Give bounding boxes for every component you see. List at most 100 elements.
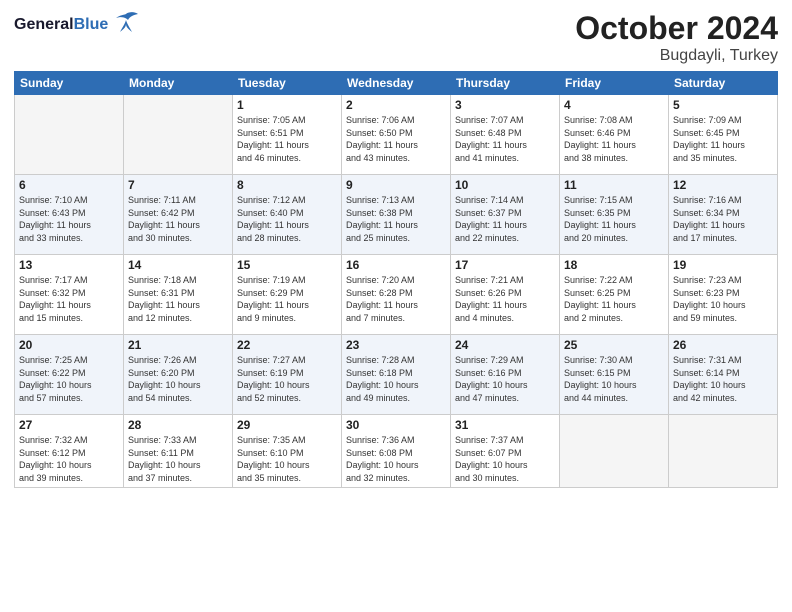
table-row: 31 Sunrise: 7:37 AMSunset: 6:07 PMDayligh… xyxy=(451,415,560,488)
day-info: Sunrise: 7:28 AMSunset: 6:18 PMDaylight:… xyxy=(346,354,446,404)
day-number: 16 xyxy=(346,258,446,272)
table-row: 16 Sunrise: 7:20 AMSunset: 6:28 PMDayligh… xyxy=(342,255,451,335)
table-row: 25Sunrise: 7:30 AMSunset: 6:15 PMDayligh… xyxy=(560,335,669,415)
table-row: 1 Sunrise: 7:05 AMSunset: 6:51 PMDaylight… xyxy=(233,95,342,175)
table-row: 6Sunrise: 7:10 AMSunset: 6:43 PMDaylight… xyxy=(15,175,124,255)
day-number: 4 xyxy=(564,98,664,112)
day-info: Sunrise: 7:23 AMSunset: 6:23 PMDaylight:… xyxy=(673,274,773,324)
day-info: Sunrise: 7:18 AMSunset: 6:31 PMDaylight:… xyxy=(128,274,228,324)
day-number: 19 xyxy=(673,258,773,272)
table-row xyxy=(124,95,233,175)
month-title: October 2024 xyxy=(575,10,778,47)
day-number: 13 xyxy=(19,258,119,272)
page: GeneralBlue October 2024 Bugdayli, Turke… xyxy=(0,0,792,612)
day-info: Sunrise: 7:35 AMSunset: 6:10 PMDaylight:… xyxy=(237,434,337,484)
day-info: Sunrise: 7:33 AMSunset: 6:11 PMDaylight:… xyxy=(128,434,228,484)
logo-bird-icon xyxy=(112,10,140,40)
day-info: Sunrise: 7:29 AMSunset: 6:16 PMDaylight:… xyxy=(455,354,555,404)
table-row: 30 Sunrise: 7:36 AMSunset: 6:08 PMDayligh… xyxy=(342,415,451,488)
day-number: 28 xyxy=(128,418,228,432)
day-info: Sunrise: 7:19 AMSunset: 6:29 PMDaylight:… xyxy=(237,274,337,324)
day-number: 25 xyxy=(564,338,664,352)
day-number: 9 xyxy=(346,178,446,192)
table-row: 7Sunrise: 7:11 AMSunset: 6:42 PMDaylight… xyxy=(124,175,233,255)
day-number: 3 xyxy=(455,98,555,112)
day-number: 1 xyxy=(237,98,337,112)
day-number: 23 xyxy=(346,338,446,352)
day-number: 5 xyxy=(673,98,773,112)
calendar-table: Sunday Monday Tuesday Wednesday Thursday… xyxy=(14,71,778,488)
weekday-header-row: Sunday Monday Tuesday Wednesday Thursday… xyxy=(15,72,778,95)
header-friday: Friday xyxy=(560,72,669,95)
table-row xyxy=(15,95,124,175)
calendar-week-row: 13 Sunrise: 7:17 AMSunset: 6:32 PMDayligh… xyxy=(15,255,778,335)
table-row: 23 Sunrise: 7:28 AMSunset: 6:18 PMDayligh… xyxy=(342,335,451,415)
table-row: 2Sunrise: 7:06 AMSunset: 6:50 PMDaylight… xyxy=(342,95,451,175)
header: GeneralBlue October 2024 Bugdayli, Turke… xyxy=(14,10,778,65)
location: Bugdayli, Turkey xyxy=(575,47,778,65)
day-info: Sunrise: 7:31 AMSunset: 6:14 PMDaylight:… xyxy=(673,354,773,404)
table-row: 28 Sunrise: 7:33 AMSunset: 6:11 PMDayligh… xyxy=(124,415,233,488)
table-row: 5Sunrise: 7:09 AMSunset: 6:45 PMDaylight… xyxy=(669,95,778,175)
day-info: Sunrise: 7:08 AMSunset: 6:46 PMDaylight:… xyxy=(564,114,664,164)
table-row: 12 Sunrise: 7:16 AMSunset: 6:34 PMDayligh… xyxy=(669,175,778,255)
day-number: 30 xyxy=(346,418,446,432)
day-info: Sunrise: 7:13 AMSunset: 6:38 PMDaylight:… xyxy=(346,194,446,244)
table-row: 29 Sunrise: 7:35 AMSunset: 6:10 PMDayligh… xyxy=(233,415,342,488)
day-number: 24 xyxy=(455,338,555,352)
day-info: Sunrise: 7:21 AMSunset: 6:26 PMDaylight:… xyxy=(455,274,555,324)
header-sunday: Sunday xyxy=(15,72,124,95)
day-number: 6 xyxy=(19,178,119,192)
day-number: 15 xyxy=(237,258,337,272)
day-info: Sunrise: 7:11 AMSunset: 6:42 PMDaylight:… xyxy=(128,194,228,244)
table-row: 18Sunrise: 7:22 AMSunset: 6:25 PMDayligh… xyxy=(560,255,669,335)
day-info: Sunrise: 7:27 AMSunset: 6:19 PMDaylight:… xyxy=(237,354,337,404)
header-saturday: Saturday xyxy=(669,72,778,95)
day-info: Sunrise: 7:17 AMSunset: 6:32 PMDaylight:… xyxy=(19,274,119,324)
table-row: 13 Sunrise: 7:17 AMSunset: 6:32 PMDayligh… xyxy=(15,255,124,335)
calendar-week-row: 27 Sunrise: 7:32 AMSunset: 6:12 PMDayligh… xyxy=(15,415,778,488)
day-number: 31 xyxy=(455,418,555,432)
day-number: 22 xyxy=(237,338,337,352)
table-row xyxy=(669,415,778,488)
day-info: Sunrise: 7:16 AMSunset: 6:34 PMDaylight:… xyxy=(673,194,773,244)
table-row: 27 Sunrise: 7:32 AMSunset: 6:12 PMDayligh… xyxy=(15,415,124,488)
logo-blue: Blue xyxy=(74,16,109,33)
day-info: Sunrise: 7:20 AMSunset: 6:28 PMDaylight:… xyxy=(346,274,446,324)
day-number: 27 xyxy=(19,418,119,432)
title-block: October 2024 Bugdayli, Turkey xyxy=(575,10,778,65)
day-info: Sunrise: 7:06 AMSunset: 6:50 PMDaylight:… xyxy=(346,114,446,164)
calendar-week-row: 20 Sunrise: 7:25 AMSunset: 6:22 PMDayligh… xyxy=(15,335,778,415)
day-info: Sunrise: 7:36 AMSunset: 6:08 PMDaylight:… xyxy=(346,434,446,484)
day-number: 17 xyxy=(455,258,555,272)
day-number: 10 xyxy=(455,178,555,192)
table-row: 4 Sunrise: 7:08 AMSunset: 6:46 PMDaylight… xyxy=(560,95,669,175)
day-number: 18 xyxy=(564,258,664,272)
logo-general: General xyxy=(14,16,74,33)
table-row: 8Sunrise: 7:12 AMSunset: 6:40 PMDaylight… xyxy=(233,175,342,255)
day-number: 29 xyxy=(237,418,337,432)
logo: GeneralBlue xyxy=(14,10,140,40)
day-number: 20 xyxy=(19,338,119,352)
day-number: 11 xyxy=(564,178,664,192)
day-number: 12 xyxy=(673,178,773,192)
day-info: Sunrise: 7:32 AMSunset: 6:12 PMDaylight:… xyxy=(19,434,119,484)
header-thursday: Thursday xyxy=(451,72,560,95)
day-info: Sunrise: 7:26 AMSunset: 6:20 PMDaylight:… xyxy=(128,354,228,404)
header-monday: Monday xyxy=(124,72,233,95)
table-row: 22 Sunrise: 7:27 AMSunset: 6:19 PMDayligh… xyxy=(233,335,342,415)
header-tuesday: Tuesday xyxy=(233,72,342,95)
table-row: 17 Sunrise: 7:21 AMSunset: 6:26 PMDayligh… xyxy=(451,255,560,335)
day-info: Sunrise: 7:12 AMSunset: 6:40 PMDaylight:… xyxy=(237,194,337,244)
day-info: Sunrise: 7:37 AMSunset: 6:07 PMDaylight:… xyxy=(455,434,555,484)
table-row: 26Sunrise: 7:31 AMSunset: 6:14 PMDayligh… xyxy=(669,335,778,415)
day-info: Sunrise: 7:14 AMSunset: 6:37 PMDaylight:… xyxy=(455,194,555,244)
day-info: Sunrise: 7:25 AMSunset: 6:22 PMDaylight:… xyxy=(19,354,119,404)
day-info: Sunrise: 7:05 AMSunset: 6:51 PMDaylight:… xyxy=(237,114,337,164)
day-info: Sunrise: 7:07 AMSunset: 6:48 PMDaylight:… xyxy=(455,114,555,164)
table-row xyxy=(560,415,669,488)
table-row: 14 Sunrise: 7:18 AMSunset: 6:31 PMDayligh… xyxy=(124,255,233,335)
day-number: 14 xyxy=(128,258,228,272)
table-row: 9 Sunrise: 7:13 AMSunset: 6:38 PMDaylight… xyxy=(342,175,451,255)
table-row: 19 Sunrise: 7:23 AMSunset: 6:23 PMDayligh… xyxy=(669,255,778,335)
